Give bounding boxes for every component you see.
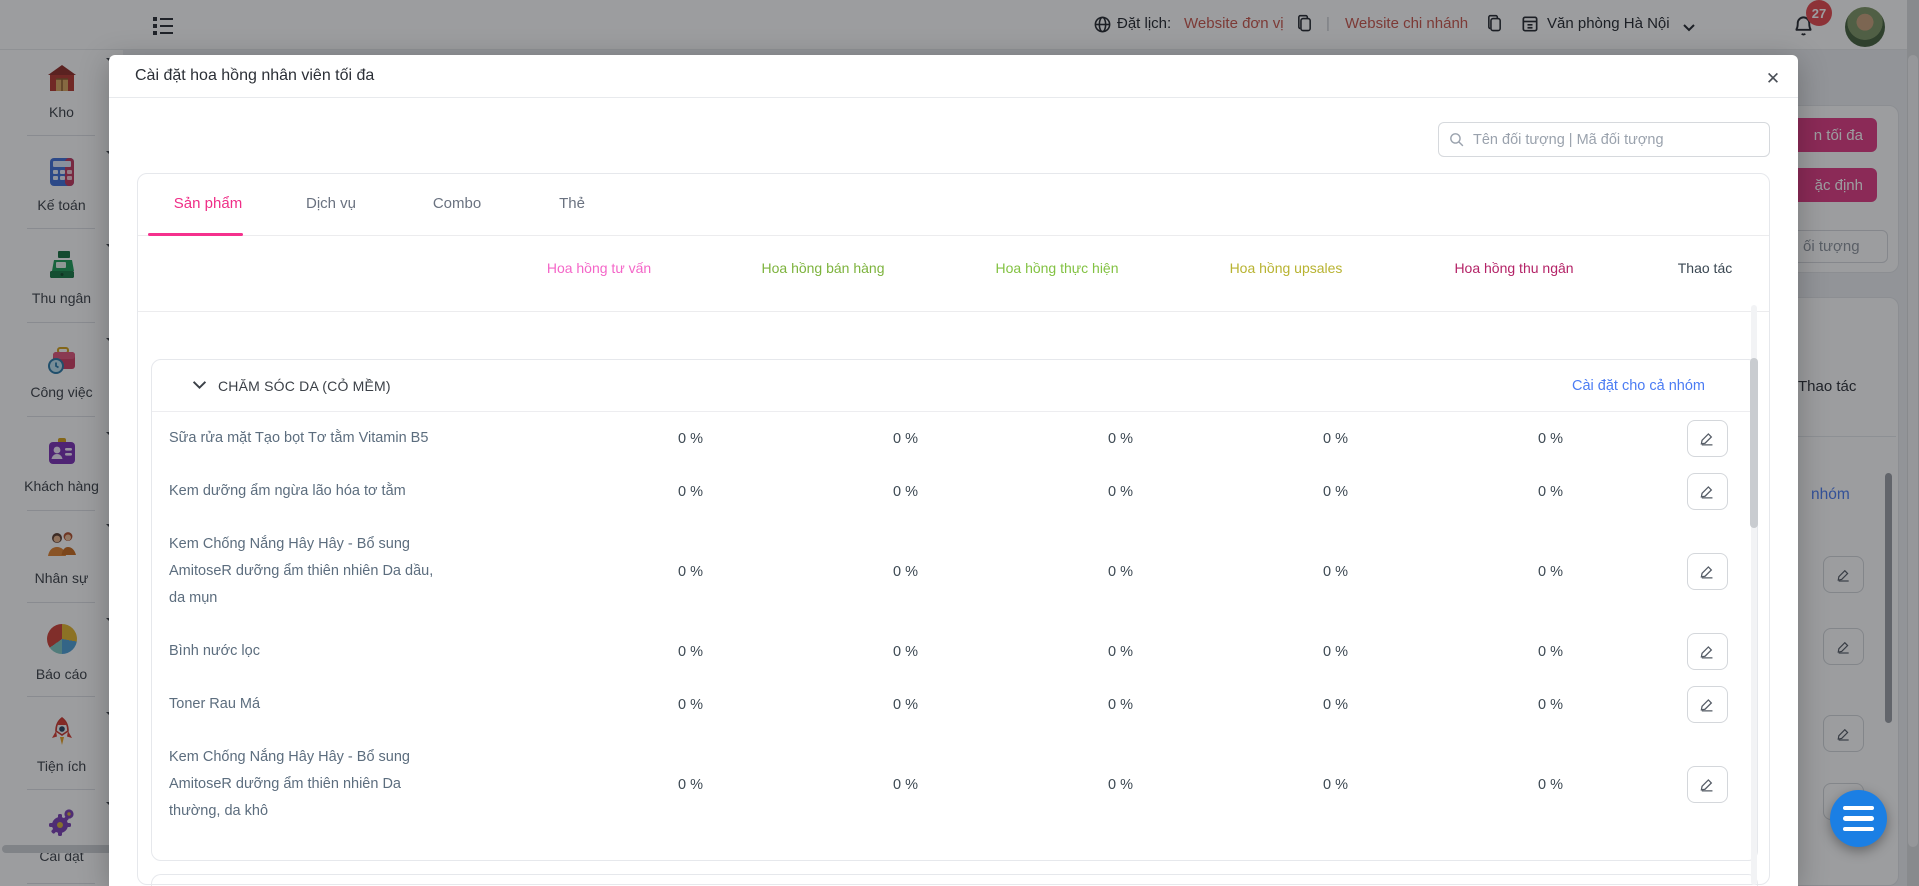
commission-value: 0 % <box>678 483 703 500</box>
tab-san-pham[interactable]: Sản phẩm <box>174 195 242 212</box>
floating-menu-button[interactable] <box>1830 790 1887 847</box>
commission-value: 0 % <box>1108 643 1133 660</box>
table-row: Kem dưỡng ẩm ngừa lão hóa tơ tằm 0 % 0 %… <box>152 465 1757 518</box>
commission-value: 0 % <box>678 696 703 713</box>
commission-value: 0 % <box>1538 430 1563 447</box>
set-group-link[interactable]: Cài đặt cho cả nhóm <box>1572 378 1705 394</box>
commission-value: 0 % <box>1323 643 1348 660</box>
table-row: Sữa rửa mặt Tạo bọt Tơ tằm Vitamin B5 0 … <box>152 412 1757 465</box>
commission-value: 0 % <box>1323 696 1348 713</box>
commission-settings-modal: Cài đặt hoa hồng nhân viên tối đa ✕ Sản … <box>109 55 1798 886</box>
commission-value: 0 % <box>1108 696 1133 713</box>
column-header-thu-ngan: Hoa hồng thu ngân <box>1454 260 1574 276</box>
column-header-ban-hang: Hoa hồng bán hàng <box>761 260 885 276</box>
product-group-card: CHĂM SÓC DA (CỎ MỀM) Cài đặt cho cả nhóm… <box>151 359 1758 861</box>
column-header-thao-tac: Thao tác <box>1677 260 1733 276</box>
table-row: Kem Chống Nắng Hây Hây - Bổ sung Amitose… <box>152 518 1757 625</box>
commission-value: 0 % <box>1108 483 1133 500</box>
commission-value: 0 % <box>893 483 918 500</box>
commission-value: 0 % <box>1538 696 1563 713</box>
divider <box>138 311 1769 312</box>
commission-value: 0 % <box>893 430 918 447</box>
close-icon[interactable]: ✕ <box>1759 65 1787 93</box>
commission-value: 0 % <box>893 696 918 713</box>
product-name: Toner Rau Má <box>169 696 261 712</box>
column-header-thuc-hien: Hoa hồng thực hiện <box>995 260 1119 276</box>
commission-value: 0 % <box>1323 776 1348 793</box>
edit-button[interactable] <box>1687 553 1728 590</box>
commission-value: 0 % <box>1538 563 1563 580</box>
commission-value: 0 % <box>1323 430 1348 447</box>
table-row: Kem Chống Nắng Hây Hây - Bổ sung Amitose… <box>152 731 1757 838</box>
commission-value: 0 % <box>893 563 918 580</box>
commission-value: 0 % <box>1538 483 1563 500</box>
product-name: Bình nước lọc <box>169 643 260 659</box>
tab-the[interactable]: Thẻ <box>559 195 585 212</box>
product-name: Kem Chống Nắng Hây Hây - Bổ sung Amitose… <box>169 536 434 606</box>
chevron-down-icon[interactable] <box>192 377 207 395</box>
commission-value: 0 % <box>1323 483 1348 500</box>
commission-value: 0 % <box>678 776 703 793</box>
edit-button[interactable] <box>1687 766 1728 803</box>
next-group-card <box>151 874 1758 886</box>
product-name: Kem dưỡng ẩm ngừa lão hóa tơ tằm <box>169 483 406 499</box>
search-input[interactable] <box>1438 122 1770 157</box>
commission-value: 0 % <box>1323 563 1348 580</box>
screen: Đặt lịch: Website đơn vị | Website chi n… <box>0 0 1919 886</box>
edit-button[interactable] <box>1687 473 1728 510</box>
edit-button[interactable] <box>1687 633 1728 670</box>
search-icon <box>1448 131 1465 153</box>
divider <box>109 97 1798 98</box>
hamburger-icon <box>1843 805 1874 811</box>
column-header-tu-van: Hoa hồng tư vấn <box>546 260 652 276</box>
modal-title: Cài đặt hoa hồng nhân viên tối đa <box>135 67 375 84</box>
modal-scrollbar-thumb[interactable] <box>1750 358 1758 528</box>
commission-value: 0 % <box>1538 776 1563 793</box>
tab-combo[interactable]: Combo <box>433 195 481 212</box>
commission-value: 0 % <box>678 643 703 660</box>
commission-value: 0 % <box>893 776 918 793</box>
product-name: Sữa rửa mặt Tạo bọt Tơ tằm Vitamin B5 <box>169 430 429 446</box>
commission-value: 0 % <box>893 643 918 660</box>
edit-button[interactable] <box>1687 420 1728 457</box>
commission-value: 0 % <box>1108 430 1133 447</box>
commission-value: 0 % <box>678 563 703 580</box>
tab-bar: Sản phẩm Dịch vụ Combo Thẻ <box>138 174 1769 236</box>
edit-button[interactable] <box>1687 686 1728 723</box>
commission-value: 0 % <box>1538 643 1563 660</box>
commission-table-card: Sản phẩm Dịch vụ Combo Thẻ Hoa hồng tư v… <box>137 173 1770 886</box>
commission-value: 0 % <box>678 430 703 447</box>
product-name: Kem Chống Nắng Hây Hây - Bổ sung Amitose… <box>169 749 410 819</box>
tab-dich-vu[interactable]: Dịch vụ <box>306 195 356 212</box>
commission-value: 0 % <box>1108 563 1133 580</box>
table-row: Bình nước lọc 0 % 0 % 0 % 0 % 0 % <box>152 625 1757 678</box>
table-row: Toner Rau Má 0 % 0 % 0 % 0 % 0 % <box>152 678 1757 731</box>
group-header-row: CHĂM SÓC DA (CỎ MỀM) Cài đặt cho cả nhóm <box>152 360 1757 412</box>
commission-value: 0 % <box>1108 776 1133 793</box>
active-tab-underline <box>148 233 243 236</box>
group-name: CHĂM SÓC DA (CỎ MỀM) <box>218 377 391 394</box>
column-header-upsales: Hoa hồng upsales <box>1229 260 1343 276</box>
